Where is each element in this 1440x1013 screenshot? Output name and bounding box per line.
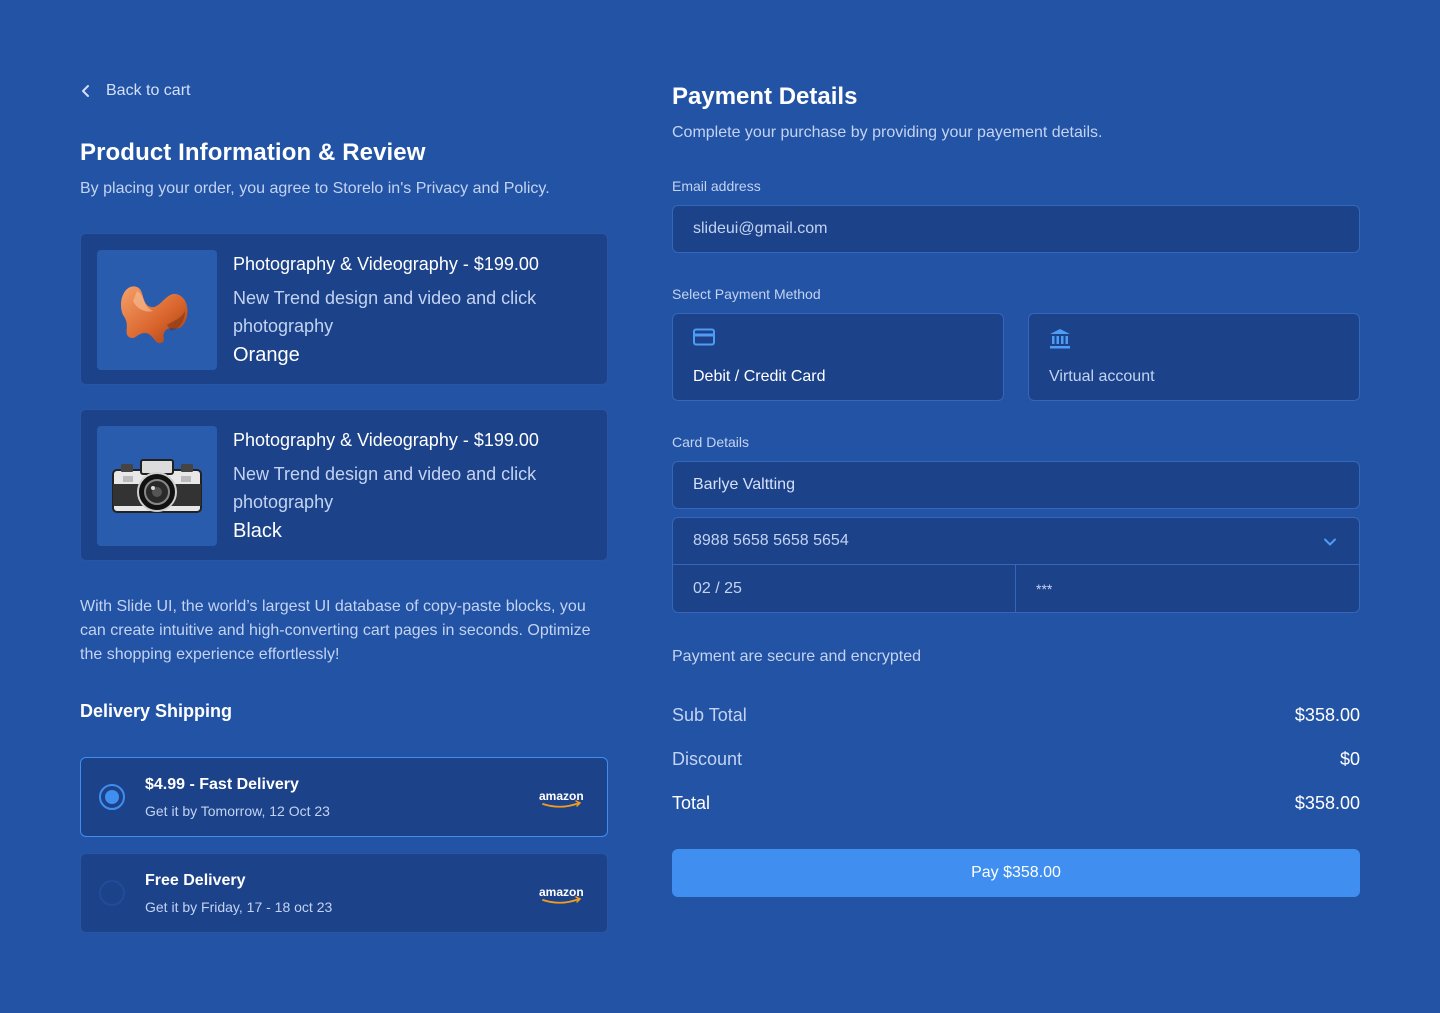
radio-button[interactable]: [99, 880, 125, 906]
review-title: Product Information & Review: [80, 139, 426, 166]
orange-chair-image: [97, 250, 217, 370]
promo-paragraph: With Slide UI, the world’s largest UI da…: [80, 598, 591, 663]
bank-icon: [1049, 328, 1071, 355]
radio-button-selected[interactable]: [99, 784, 125, 810]
product-color: Orange: [233, 344, 300, 366]
cardholder-name-value: Barlye Valtting: [693, 476, 795, 493]
total-row: Total $358.00: [672, 793, 1360, 814]
product-title: Photography & Videography - $199.00: [233, 254, 539, 274]
delivery-option-fast[interactable]: $4.99 - Fast Delivery Get it by Tomorrow…: [80, 757, 608, 837]
product-card[interactable]: Photography & Videography - $199.00 New …: [80, 409, 608, 561]
amazon-logo: amazon: [539, 884, 587, 911]
payment-method-label: Select Payment Method: [672, 286, 821, 302]
vintage-camera-image: [97, 426, 217, 546]
payment-method-label-virtual: Virtual account: [1049, 368, 1155, 385]
card-expiry-value: 02 / 25: [693, 579, 742, 597]
delivery-option-title: $4.99 - Fast Delivery: [145, 776, 299, 793]
discount-value: $0: [1339, 749, 1360, 769]
subtotal-row: Sub Total $358.00: [672, 705, 1360, 726]
card-details-group: 8988 5658 5658 5654 02 / 25 ***: [672, 517, 1360, 613]
email-field[interactable]: slideui@gmail.com: [672, 205, 1360, 253]
card-expiry-field[interactable]: 02 / 25: [673, 565, 1016, 612]
back-to-cart-link[interactable]: Back to cart: [80, 82, 190, 100]
card-cvc-value: ***: [1036, 580, 1053, 597]
discount-row: Discount $0: [672, 749, 1360, 770]
subtotal-value: $358.00: [1294, 705, 1360, 725]
chevron-left-icon: [80, 84, 92, 98]
card-number-field[interactable]: 8988 5658 5658 5654: [673, 518, 1359, 565]
payment-method-virtual[interactable]: Virtual account: [1028, 313, 1360, 401]
credit-card-icon: [693, 328, 715, 351]
total-label: Total: [672, 793, 711, 813]
back-to-cart-label: Back to cart: [106, 82, 191, 99]
email-label: Email address: [672, 178, 761, 194]
delivery-title: Delivery Shipping: [80, 701, 233, 721]
pay-button[interactable]: Pay $358.00: [672, 849, 1360, 897]
payment-subtitle: Complete your purchase by providing your…: [672, 124, 1103, 141]
delivery-option-date: Get it by Tomorrow, 12 Oct 23: [145, 803, 330, 819]
product-description: New Trend design and video and click pho…: [233, 464, 537, 512]
subtotal-label: Sub Total: [672, 705, 747, 725]
review-subtitle: By placing your order, you agree to Stor…: [80, 180, 550, 197]
email-value: slideui@gmail.com: [693, 220, 828, 237]
product-title: Photography & Videography - $199.00: [233, 430, 539, 450]
cardholder-name-field[interactable]: Barlye Valtting: [672, 461, 1360, 509]
delivery-option-date: Get it by Friday, 17 - 18 oct 23: [145, 899, 333, 915]
payment-title: Payment Details: [672, 83, 858, 110]
product-description: New Trend design and video and click pho…: [233, 288, 537, 336]
amazon-logo: amazon: [539, 788, 587, 815]
card-details-label: Card Details: [672, 434, 750, 450]
delivery-option-free[interactable]: Free Delivery Get it by Friday, 17 - 18 …: [80, 853, 608, 933]
payment-method-card[interactable]: Debit / Credit Card: [672, 313, 1004, 401]
secure-note: Payment are secure and encrypted: [672, 648, 922, 665]
card-number-value: 8988 5658 5658 5654: [693, 532, 849, 549]
delivery-option-title: Free Delivery: [145, 872, 246, 889]
total-value: $358.00: [1294, 793, 1360, 813]
product-card[interactable]: Photography & Videography - $199.00 New …: [80, 233, 608, 385]
chevron-down-icon[interactable]: [1323, 534, 1337, 552]
payment-method-label-card: Debit / Credit Card: [693, 368, 826, 385]
product-color: Black: [233, 520, 282, 542]
card-cvc-field[interactable]: ***: [1016, 565, 1359, 612]
discount-label: Discount: [672, 749, 743, 769]
